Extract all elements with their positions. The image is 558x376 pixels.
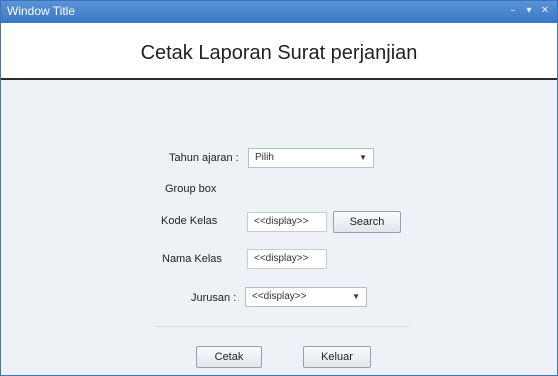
maximize-icon[interactable]: ▾ bbox=[523, 5, 535, 17]
page-title: Cetak Laporan Surat perjanjian bbox=[140, 42, 418, 64]
nama-kelas-field[interactable]: <<display>> bbox=[247, 249, 327, 269]
divider bbox=[156, 326, 409, 327]
jurusan-value: <<display>> bbox=[252, 291, 307, 302]
tahun-ajaran-select[interactable]: Pilih ▼ bbox=[248, 148, 374, 168]
window-title: Window Title bbox=[7, 4, 76, 18]
tahun-ajaran-value: Pilih bbox=[255, 152, 274, 163]
title-bar[interactable]: Window Title – ▾ ✕ bbox=[1, 1, 557, 23]
app-window: Window Title – ▾ ✕ Cetak Laporan Surat p… bbox=[0, 0, 558, 376]
chevron-down-icon: ▼ bbox=[352, 292, 360, 301]
search-button[interactable]: Search bbox=[333, 211, 401, 233]
cetak-button[interactable]: Cetak bbox=[196, 346, 262, 368]
jurusan-select[interactable]: <<display>> ▼ bbox=[245, 287, 367, 307]
jurusan-label: Jurusan : bbox=[191, 292, 237, 304]
minimize-icon[interactable]: – bbox=[507, 5, 519, 17]
tahun-ajaran-label: Tahun ajaran : bbox=[169, 152, 239, 164]
keluar-button[interactable]: Keluar bbox=[303, 346, 371, 368]
close-icon[interactable]: ✕ bbox=[539, 5, 551, 17]
kode-kelas-label: Kode Kelas bbox=[161, 215, 218, 227]
page-header: Cetak Laporan Surat perjanjian bbox=[1, 23, 557, 80]
kode-kelas-field[interactable]: <<display>> bbox=[247, 212, 327, 232]
group-box-label: Group box bbox=[165, 183, 217, 195]
chevron-down-icon: ▼ bbox=[359, 153, 367, 162]
nama-kelas-label: Nama Kelas bbox=[162, 253, 222, 265]
